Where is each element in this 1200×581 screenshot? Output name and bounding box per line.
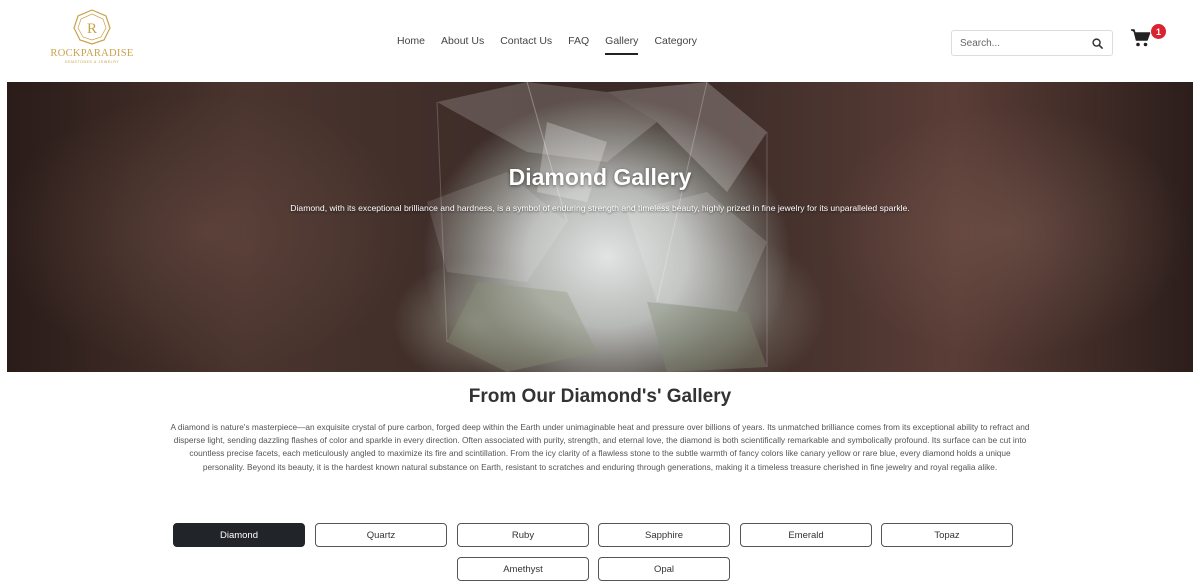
cart-button[interactable]: 1 bbox=[1130, 24, 1166, 54]
nav-category[interactable]: Category bbox=[654, 35, 697, 55]
brand-logo[interactable]: R ROCKPARADISE GEMSTONES & JEWELRY bbox=[50, 8, 134, 76]
hero-banner: Diamond Gallery Diamond, with its except… bbox=[7, 82, 1193, 372]
category-button-amethyst[interactable]: Amethyst bbox=[457, 557, 589, 581]
search-input[interactable] bbox=[952, 31, 1082, 55]
category-button-emerald[interactable]: Emerald bbox=[740, 523, 872, 547]
gallery-description: A diamond is nature's masterpiece—an exq… bbox=[170, 422, 1030, 472]
search-icon[interactable] bbox=[1091, 37, 1104, 50]
brand-name: ROCKPARADISE bbox=[50, 48, 134, 59]
hero-subtitle: Diamond, with its exceptional brilliance… bbox=[290, 203, 910, 213]
nav-home[interactable]: Home bbox=[397, 35, 425, 55]
category-button-ruby[interactable]: Ruby bbox=[457, 523, 589, 547]
main-nav: Home About Us Contact Us FAQ Gallery Cat… bbox=[397, 35, 697, 55]
nav-contact-us[interactable]: Contact Us bbox=[500, 35, 552, 55]
hero-title: Diamond Gallery bbox=[508, 164, 692, 190]
category-button-opal[interactable]: Opal bbox=[598, 557, 730, 581]
category-button-diamond[interactable]: Diamond bbox=[173, 523, 305, 547]
brand-tagline: GEMSTONES & JEWELRY bbox=[64, 60, 120, 64]
gallery-title: From Our Diamond's' Gallery bbox=[468, 386, 732, 407]
category-button-sapphire[interactable]: Sapphire bbox=[598, 523, 730, 547]
nav-gallery[interactable]: Gallery bbox=[605, 35, 639, 55]
category-button-topaz[interactable]: Topaz bbox=[881, 523, 1013, 547]
gem-logo-icon: R bbox=[73, 9, 111, 45]
site-header: R ROCKPARADISE GEMSTONES & JEWELRY Home … bbox=[0, 0, 1200, 82]
cart-icon bbox=[1131, 29, 1151, 47]
diamond-crystal-image bbox=[427, 82, 768, 372]
search-box bbox=[951, 30, 1113, 56]
svg-text:R: R bbox=[87, 21, 97, 37]
category-button-quartz[interactable]: Quartz bbox=[315, 523, 447, 547]
nav-faq[interactable]: FAQ bbox=[568, 35, 589, 55]
nav-about-us[interactable]: About Us bbox=[441, 35, 484, 55]
cart-count-badge: 1 bbox=[1151, 24, 1166, 39]
